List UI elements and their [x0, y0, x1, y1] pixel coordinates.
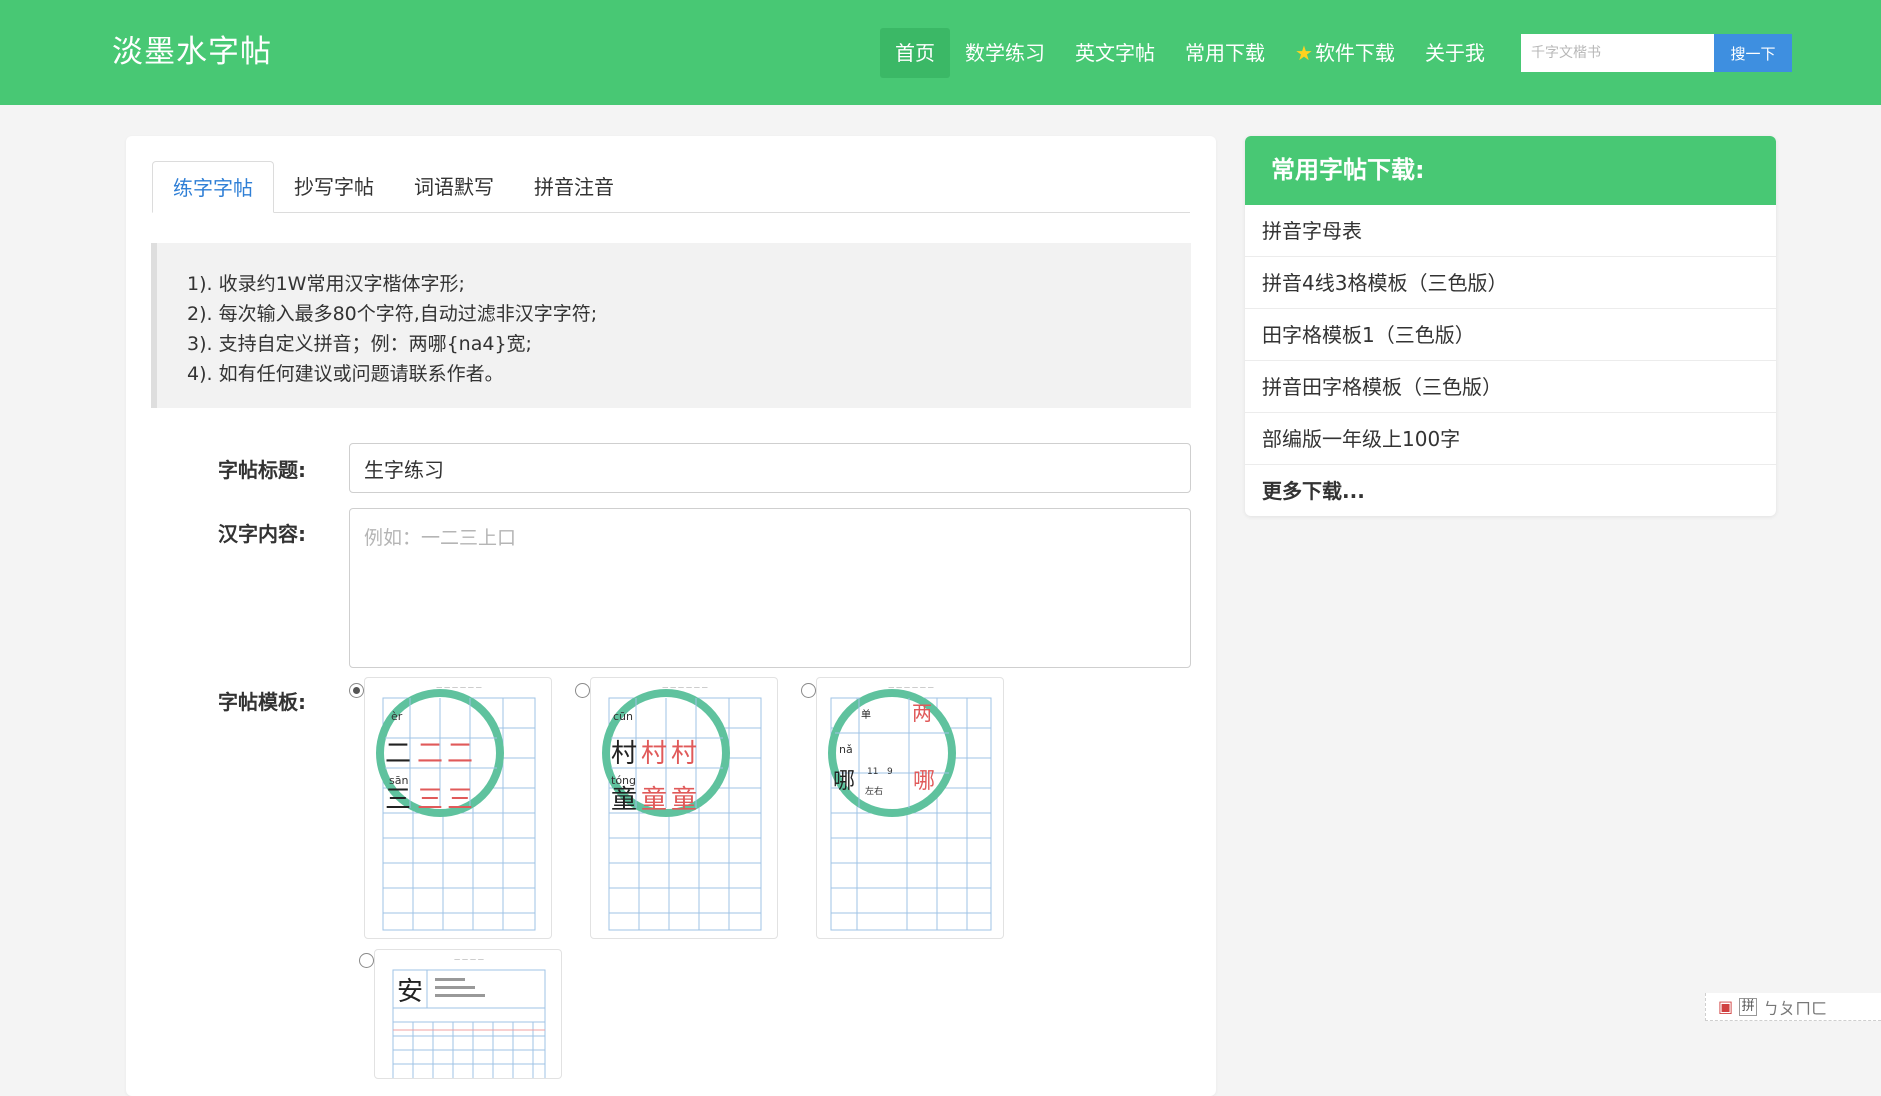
template-thumbnail-1[interactable]: 一 一 一 一 一 一 èr 二 二 二 sān 三 三 三 [364, 677, 552, 939]
nav-item-software-label: 软件下载 [1314, 41, 1395, 65]
template-label: 字帖模板: [218, 690, 306, 714]
practice-char: 童 [641, 785, 667, 815]
content-label: 汉字内容: [218, 522, 306, 546]
notice-box: 1). 收录约1W常用汉字楷体字形; 2). 每次输入最多80个字符,自动过滤非… [151, 243, 1191, 408]
sidebar-more-downloads[interactable]: 更多下载... [1245, 465, 1776, 516]
template-thumbnail-3[interactable]: 一 一 一 一 一 一 单 两 nǎ 哪 11 9 左右 哪 [816, 677, 1004, 939]
radical-count: 9 [887, 767, 893, 777]
practice-char: 村 [671, 739, 697, 769]
search-box: 搜一下 [1521, 34, 1792, 72]
practice-char: 童 [611, 785, 637, 815]
zhuyin-letters: ㄅㄆㄇㄈ [1763, 998, 1828, 1018]
pinyin-box-icon[interactable]: 拼 [1739, 997, 1758, 1016]
nav-item-english-copybook[interactable]: 英文字帖 [1060, 28, 1170, 78]
sidebar-title: 常用字帖下载: [1245, 136, 1776, 205]
nav-item-home[interactable]: 首页 [880, 28, 950, 78]
stroke-count: 11 [867, 767, 878, 777]
practice-char: 哪 [833, 769, 855, 794]
practice-char: 两 [912, 701, 932, 725]
practice-char: 二 [385, 739, 411, 769]
main-panel: 练字字帖 抄写字帖 词语默写 拼音注音 1). 收录约1W常用汉字楷体字形; 2… [126, 136, 1216, 1096]
sidebar-item-pinyin-alphabet[interactable]: 拼音字母表 [1245, 205, 1776, 257]
template-radio-4[interactable] [359, 953, 374, 968]
content-textarea[interactable] [349, 508, 1191, 668]
search-button[interactable]: 搜一下 [1714, 34, 1792, 72]
pinyin-er: èr [391, 710, 403, 723]
corner-toolbar: ▣ 拼 ㄅㄆㄇㄈ [1705, 993, 1881, 1021]
practice-char: 村 [641, 739, 667, 769]
title-input[interactable] [349, 443, 1191, 493]
pdf-icon[interactable]: ▣ [1718, 997, 1733, 1016]
title-label: 字帖标题: [218, 458, 306, 482]
tab-practice-copybook[interactable]: 练字字帖 [152, 161, 274, 213]
main-nav: 首页 数学练习 英文字帖 常用下载 ★ 软件下载 关于我 [880, 28, 1500, 78]
notice-line: 2). 每次输入最多80个字符,自动过滤非汉字字符; [187, 303, 598, 325]
sidebar-item-tianzige-template[interactable]: 田字格模板1（三色版） [1245, 309, 1776, 361]
nav-item-common-downloads[interactable]: 常用下载 [1170, 28, 1280, 78]
sidebar-item-pinyin-4line-template[interactable]: 拼音4线3格模板（三色版） [1245, 257, 1776, 309]
pinyin-na: nǎ [839, 743, 853, 756]
structure-label: 左右 [865, 785, 883, 797]
top-navbar: 淡墨水字帖 首页 数学练习 英文字帖 常用下载 ★软件下载 关于我 搜一下 [0, 0, 1881, 105]
template-thumbnail-4[interactable]: 一 一 一 一 安 [374, 949, 562, 1079]
search-input[interactable] [1521, 34, 1714, 72]
pinyin-cun: cūn [613, 710, 633, 723]
nav-item-about[interactable]: 关于我 [1410, 28, 1500, 78]
sidebar-item-pinyin-tianzige-template[interactable]: 拼音田字格模板（三色版） [1245, 361, 1776, 413]
practice-char: 村 [611, 739, 637, 769]
practice-char: 三 [417, 785, 443, 815]
practice-char: 三 [447, 785, 473, 815]
practice-char: 二 [447, 739, 473, 769]
tab-copy-writing[interactable]: 抄写字帖 [274, 161, 394, 213]
practice-char: 童 [671, 785, 697, 815]
notice-line: 1). 收录约1W常用汉字楷体字形; [187, 273, 465, 295]
site-brand[interactable]: 淡墨水字帖 [112, 32, 272, 72]
practice-char: 三 [385, 785, 411, 815]
sidebar-item-grade1-100-chars[interactable]: 部编版一年级上100字 [1245, 413, 1776, 465]
practice-char: 安 [397, 977, 423, 1007]
star-icon: ★ [1295, 41, 1313, 65]
template-thumbnail-2[interactable]: 一 一 一 一 一 一 cūn 村 村 村 tóng 童 童 童 [590, 677, 778, 939]
notice-line: 3). 支持自定义拼音；例：两哪{na4}宽; [187, 333, 532, 355]
tab-pinyin-annotation[interactable]: 拼音注音 [514, 161, 634, 213]
practice-char: 二 [417, 739, 443, 769]
nav-item-math-practice[interactable]: 数学练习 [950, 28, 1060, 78]
template-radio-1[interactable] [349, 683, 364, 698]
download-sidebar: 常用字帖下载: 拼音字母表 拼音4线3格模板（三色版） 田字格模板1（三色版） … [1245, 136, 1776, 516]
tab-bar: 练字字帖 抄写字帖 词语默写 拼音注音 [152, 161, 1190, 213]
template-radio-3[interactable] [801, 683, 816, 698]
template-radio-2[interactable] [575, 683, 590, 698]
svg-text:一 一 一 一: 一 一 一 一 [454, 957, 484, 964]
practice-char: 单 [861, 709, 871, 721]
nav-item-software-download[interactable]: ★ 软件下载 [1280, 28, 1410, 78]
practice-char: 哪 [913, 769, 935, 794]
tab-word-dictation[interactable]: 词语默写 [394, 161, 514, 213]
notice-line: 4). 如有任何建议或问题请联系作者。 [187, 363, 504, 385]
